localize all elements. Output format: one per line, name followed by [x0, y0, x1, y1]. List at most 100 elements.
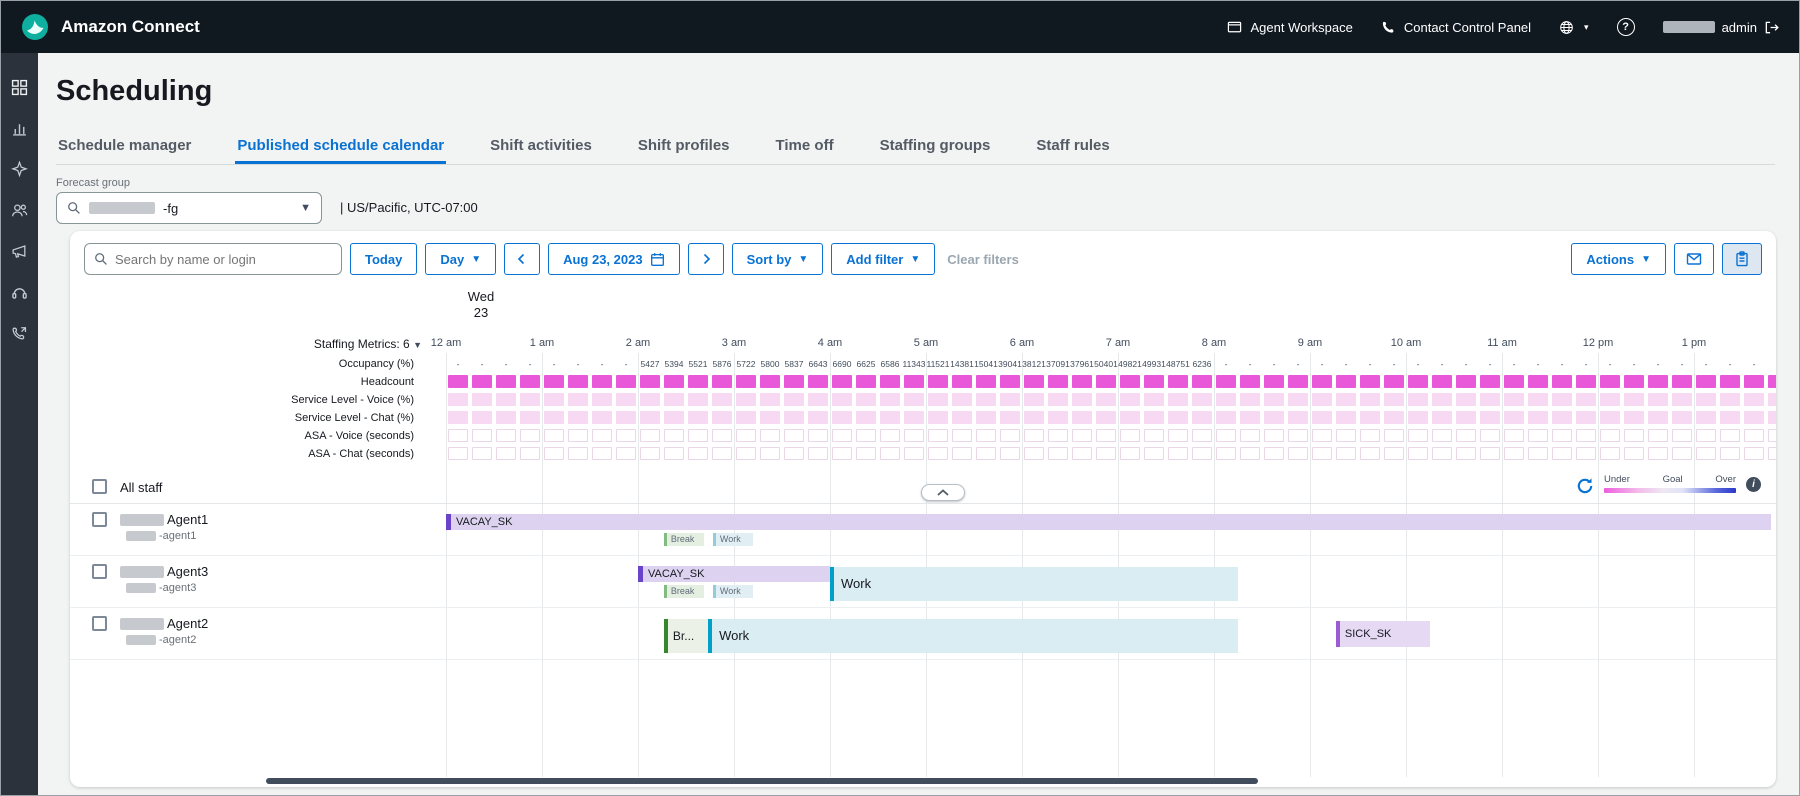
agent-checkbox[interactable]: [92, 512, 107, 527]
shift-break[interactable]: Br...: [664, 619, 708, 653]
outbound-calls-icon[interactable]: [11, 325, 28, 342]
dashboard-icon[interactable]: [11, 79, 28, 96]
metric-cell: [976, 429, 996, 442]
tab-staff-rules[interactable]: Staff rules: [1034, 131, 1111, 164]
metric-cell: [1048, 411, 1068, 424]
tab-time-off[interactable]: Time off: [774, 131, 836, 164]
metric-cell: [1048, 429, 1068, 442]
occupancy-value: -: [566, 355, 590, 373]
agent-row: Agent3-agent3VACAY_SKWorkBreakWork: [70, 556, 1776, 608]
user-menu[interactable]: admin: [1663, 20, 1779, 35]
metric-cell: [1456, 429, 1476, 442]
shift-chip-break[interactable]: Break: [664, 533, 704, 546]
metric-cell: [1264, 447, 1284, 460]
metric-cell: [472, 447, 492, 460]
forecasting-icon[interactable]: [11, 161, 28, 178]
agent-row: Agent1-agent1VACAY_SKBreakWork: [70, 504, 1776, 556]
metric-cell: [1456, 393, 1476, 406]
metric-cell: [1720, 411, 1740, 424]
help-icon[interactable]: ?: [1617, 18, 1635, 36]
metric-cell: [1144, 429, 1164, 442]
staffing-metrics-dropdown[interactable]: Staffing Metrics: 6 ▼: [70, 337, 422, 351]
metric-cell: [736, 393, 756, 406]
metric-cell: [568, 375, 588, 388]
schedule-toolbar: Today Day▼ Aug 23, 2023 Sort by▼ Add fil…: [84, 243, 1762, 275]
agent-headset-icon[interactable]: [11, 284, 28, 301]
metric-cell: [1024, 411, 1044, 424]
metric-cell: [1744, 375, 1764, 388]
tab-published-schedule-calendar[interactable]: Published schedule calendar: [235, 131, 446, 164]
chevron-left-icon: [516, 253, 528, 265]
shift-chip-work[interactable]: Work: [713, 585, 753, 598]
metric-cell: [1240, 447, 1260, 460]
next-day-button[interactable]: [688, 243, 724, 275]
search-input[interactable]: [115, 252, 332, 267]
contact-control-panel-link[interactable]: Contact Control Panel: [1381, 20, 1531, 35]
occupancy-value: -: [1646, 355, 1670, 373]
tab-shift-profiles[interactable]: Shift profiles: [636, 131, 732, 164]
metric-cell: [616, 429, 636, 442]
staffing-legend: Under Goal Over: [1604, 474, 1736, 493]
metric-cell: [1120, 393, 1140, 406]
shift-work[interactable]: Work: [830, 567, 1238, 601]
occupancy-value: -: [1430, 355, 1454, 373]
metric-cell: [1576, 375, 1596, 388]
occupancy-value: 38121: [1022, 355, 1046, 373]
clear-filters-link[interactable]: Clear filters: [947, 252, 1019, 267]
metric-cell: [568, 429, 588, 442]
metric-cell: [952, 429, 972, 442]
agent-search[interactable]: [84, 243, 342, 275]
language-selector[interactable]: ▾: [1559, 20, 1589, 35]
metric-cell: [832, 411, 852, 424]
metric-cell: [712, 393, 732, 406]
tab-staffing-groups[interactable]: Staffing groups: [878, 131, 993, 164]
view-mode-button[interactable]: Day▼: [425, 243, 496, 275]
shift-vacay[interactable]: VACAY_SK: [638, 566, 830, 582]
metric-cell: [832, 429, 852, 442]
metric-cell: [1312, 411, 1332, 424]
metric-cell: [1096, 411, 1116, 424]
metric-cell: [1072, 375, 1092, 388]
messages-button[interactable]: [1674, 243, 1714, 275]
tab-schedule-manager[interactable]: Schedule manager: [56, 131, 193, 164]
agent-workspace-link[interactable]: Agent Workspace: [1227, 20, 1352, 35]
add-filter-button[interactable]: Add filter▼: [831, 243, 935, 275]
users-icon[interactable]: [11, 202, 28, 219]
metric-cell: [1408, 375, 1428, 388]
all-staff-checkbox[interactable]: [92, 479, 107, 494]
refresh-icon[interactable]: [1576, 477, 1594, 495]
agent-checkbox[interactable]: [92, 616, 107, 631]
collapse-metrics-button[interactable]: [921, 484, 965, 501]
metric-label: Service Level - Voice (%): [70, 391, 414, 409]
analytics-icon[interactable]: [11, 120, 28, 137]
campaigns-megaphone-icon[interactable]: [11, 243, 28, 260]
shift-vacay[interactable]: VACAY_SK: [446, 514, 1771, 530]
shift-chip-work[interactable]: Work: [713, 533, 753, 546]
metric-cell: [904, 393, 924, 406]
forecast-group-select[interactable]: -fg ▼: [56, 192, 322, 224]
metric-cell: [1456, 447, 1476, 460]
prev-day-button[interactable]: [504, 243, 540, 275]
shift-chip-break[interactable]: Break: [664, 585, 704, 598]
sort-by-button[interactable]: Sort by▼: [732, 243, 824, 275]
date-picker[interactable]: Aug 23, 2023: [548, 243, 680, 275]
metric-cell: [1264, 393, 1284, 406]
metric-cell: [1216, 375, 1236, 388]
occupancy-value: -: [1526, 355, 1550, 373]
tab-shift-activities[interactable]: Shift activities: [488, 131, 594, 164]
metric-cell: [1144, 393, 1164, 406]
horizontal-scrollbar[interactable]: [266, 778, 1258, 784]
metric-cell: [1504, 375, 1524, 388]
shift-work[interactable]: Work: [708, 619, 1238, 653]
metric-cell: [520, 411, 540, 424]
metric-cell: [1312, 375, 1332, 388]
metric-cell: [1504, 393, 1524, 406]
audit-trail-button[interactable]: [1722, 243, 1762, 275]
today-button[interactable]: Today: [350, 243, 417, 275]
info-icon[interactable]: i: [1746, 477, 1761, 492]
metric-cell: [1264, 429, 1284, 442]
shift-sick[interactable]: SICK_SK: [1336, 621, 1430, 647]
metric-cell: [688, 393, 708, 406]
actions-button[interactable]: Actions▼: [1571, 243, 1666, 275]
agent-checkbox[interactable]: [92, 564, 107, 579]
